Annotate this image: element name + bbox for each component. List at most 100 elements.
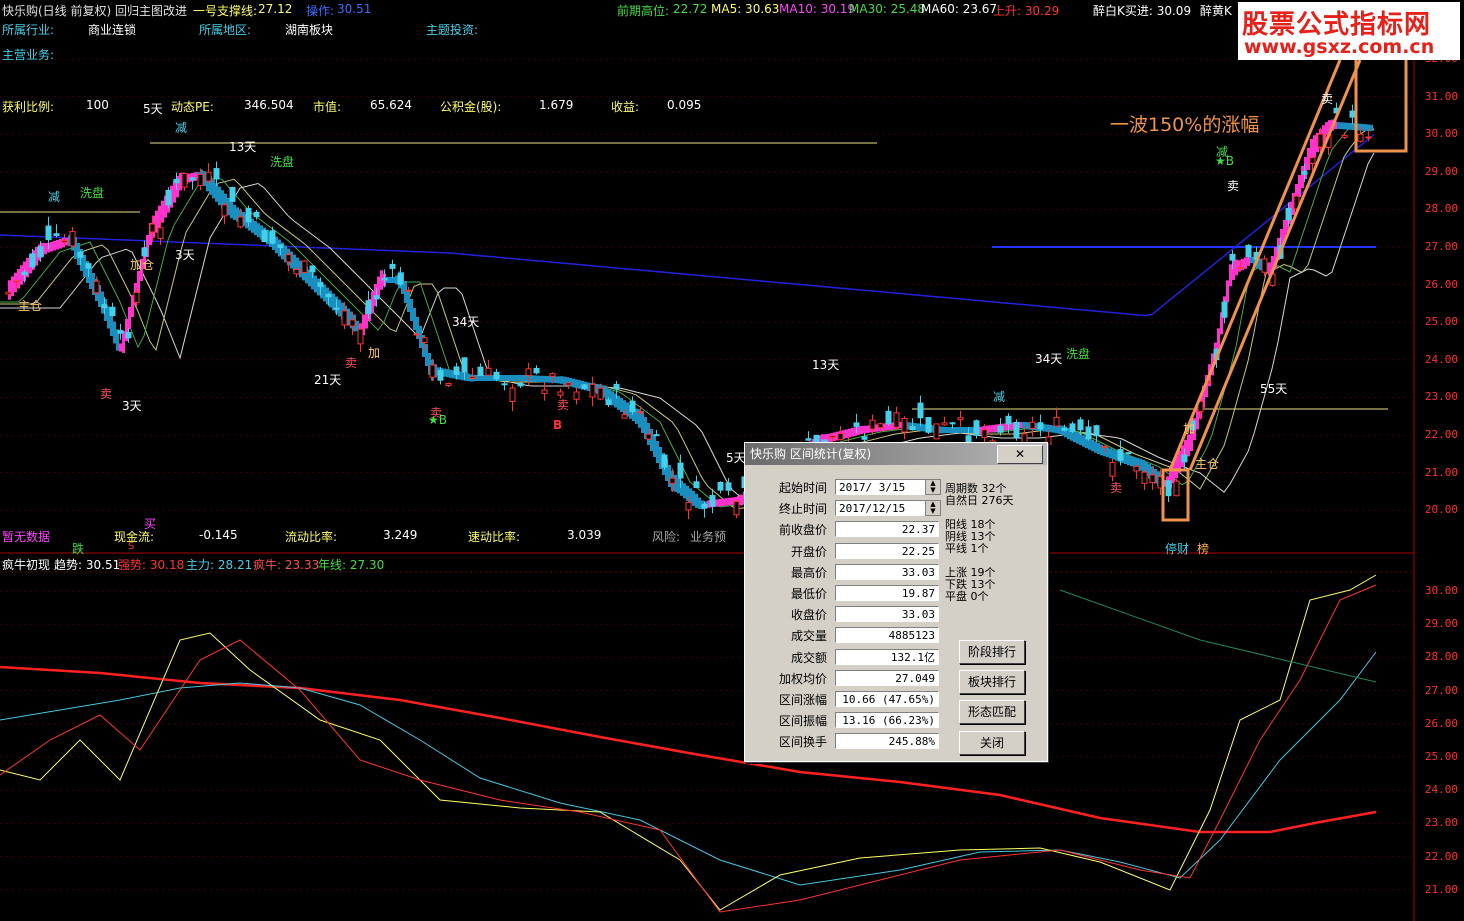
fund-label: 公积金(股): [440,100,502,114]
trend-ribbon-segment [122,331,125,353]
stat-down: 下跌 13个 [945,578,996,591]
candle-body [197,173,204,187]
candle-body [1101,445,1108,448]
ma-blue-line [0,134,1375,317]
dialog-field-label: 收盘价 [790,608,827,623]
interval-stats-dialog[interactable]: 快乐购 区间统计(复权) ✕ 起始时间 2017/ 3/15 ▲ ▼ 终止时间 2017/… [744,442,1048,762]
trend-ribbon-segment [851,427,854,437]
dialog-date-input[interactable]: 2017/ 3/15 [835,479,927,495]
trend-ribbon-segment [1313,135,1316,158]
trend-ribbon-segment [425,344,428,366]
dialog-close-icon[interactable]: ✕ [997,445,1043,464]
dialog-field-value: 4885123 [835,627,939,644]
candle-body [1301,171,1308,175]
sub-bull: 疯牛: 23.33 [253,558,320,572]
candle-body [61,240,68,243]
candle-body [709,495,716,507]
trend-ribbon-segment [101,291,104,314]
price-axis-tick: 21.00 [1424,465,1458,479]
trend-ribbon-segment [1124,453,1127,465]
no-data-label: 暂无数据 [2,530,51,544]
trend-ribbon-segment [518,374,521,382]
trend-ribbon-segment [1058,425,1061,435]
candle-body [1013,422,1020,438]
candle-body [45,225,52,241]
dialog-date-input[interactable]: 2017/12/15 [835,500,927,517]
trend-ribbon-segment [1361,123,1364,131]
dotted-forecast-line [1059,589,1377,683]
price-axis-tick: 30.00 [1424,127,1458,141]
trend-ribbon-segment [545,375,548,383]
eps-value: 0.095 [667,98,702,112]
candle-body [637,411,644,414]
trend-ribbon-segment [965,427,968,433]
trend-ribbon-segment [53,240,56,251]
trend-ribbon-segment [1076,432,1079,444]
trend-ribbon-segment [50,241,53,252]
candle-body [173,178,180,184]
ma5-value: MA5: 30.63 [711,2,780,16]
candle-body [309,265,316,273]
sub-axis-tick: 24.00 [1424,783,1458,797]
price-axis-tick: 24.00 [1424,352,1458,366]
date-spinner-icon[interactable]: ▲ ▼ [925,479,941,495]
sub-axis-tick: 22.00 [1424,849,1458,863]
label-jia-1: 加 [368,346,381,360]
trend-ribbon-segment [410,299,413,321]
candle-body [325,293,332,298]
candle-body [661,454,668,468]
candle-body [1037,422,1044,430]
candle-body [301,260,308,273]
sector-rank-button[interactable]: 板块排行 [959,670,1025,694]
candle-body [1317,133,1324,148]
trend-ribbon-segment [719,498,722,507]
dialog-field-label: 开盘价 [790,544,827,559]
price-axis-tick: 25.00 [1424,315,1458,329]
dialog-field-label: 区间换手 [778,735,827,750]
candle-body [365,300,372,314]
pattern-match-button[interactable]: 形态匹配 [959,700,1025,724]
trend-ribbon-segment [461,372,464,381]
trend-ribbon-segment [1127,455,1130,466]
candle-body [349,319,356,327]
candle-body [621,414,628,419]
dialog-titlebar[interactable]: 快乐购 区间统计(复权) ✕ [745,443,1047,465]
prev-high-label: 前期高位: [617,4,670,18]
candle-body [109,306,116,317]
label-jian-1: 减 [48,190,61,204]
trend-ribbon-segment [695,493,698,508]
label-55d: 55天 [1260,382,1288,396]
candle-body [1133,465,1140,472]
sub-axis-tick: 21.00 [1424,882,1458,896]
price-axis-tick: 31.00 [1424,89,1458,103]
candle-body [701,503,708,509]
candle-body [589,383,596,398]
dialog-field-value: 245.88% [835,733,939,750]
label-sell-2: 卖 [345,356,358,370]
label-xipan-1: 洗盘 [80,186,105,200]
trend-ribbon-segment [515,374,518,382]
candle-body [645,433,652,440]
candle-body [397,273,404,285]
trend-ribbon-segment [446,369,449,378]
candle-body [1261,258,1268,273]
trend-ribbon-segment [533,375,536,382]
sub-axis-tick: 29.00 [1424,617,1458,631]
candle-body [269,230,276,244]
close-button[interactable]: 关闭 [959,731,1025,755]
year-line [0,665,1377,834]
label-sell-7: 卖 [1321,92,1334,106]
trend-ribbon-segment [725,498,728,506]
stage-rank-button[interactable]: 阶段排行 [959,640,1025,664]
candle-body [901,418,908,433]
label-sell-4: 卖 [557,398,570,412]
trend-ribbon-segment [683,483,686,499]
date-spinner-icon[interactable]: ▲ ▼ [925,500,941,517]
candle-body [973,420,980,436]
trend-ribbon-segment [449,369,452,378]
trend-ribbon-segment [617,395,620,410]
trend-ribbon-segment [500,375,503,381]
flow-value: 3.249 [383,528,418,542]
candle-body [293,269,300,275]
trend-ribbon-segment [317,278,320,296]
